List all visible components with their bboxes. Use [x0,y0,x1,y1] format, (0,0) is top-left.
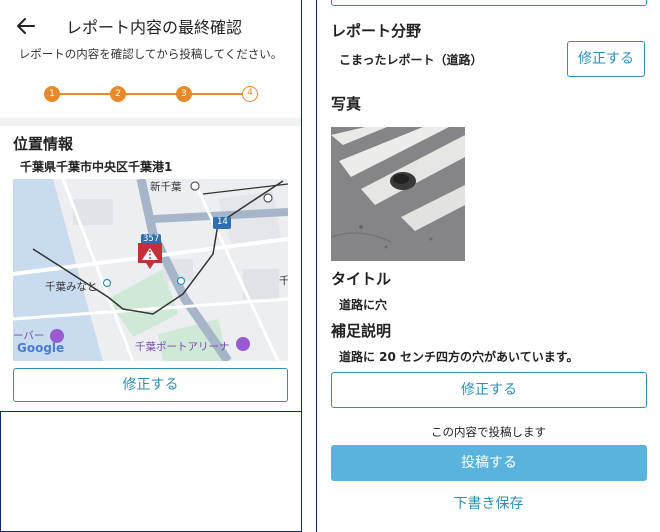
report-title-label: タイトル [331,270,392,288]
header: レポート内容の最終確認 [0,0,301,48]
section-divider [0,118,301,126]
map-canvas [13,179,288,361]
step-2: 2 [110,86,126,102]
page-subtitle: レポートの内容を確認してから投稿してください。 [18,47,283,61]
back-arrow-icon[interactable] [12,12,40,40]
left-screen: レポート内容の最終確認 レポートの内容を確認してから投稿してください。 1 2 … [0,0,302,412]
map-label-chibaminato: 千葉みなと [45,281,98,293]
map-road-14: 14 [217,217,228,227]
save-draft-button[interactable]: 下書き保存 [317,493,660,513]
submit-button[interactable]: 投稿する [331,445,647,481]
report-photo[interactable] [331,127,465,261]
right-screen: レポート分野 こまったレポート（道路） 修正する 写真 タイトル 道路に穴 補足… [316,0,660,532]
map-label-shinchiba: 新千葉 [150,181,182,193]
location-title: 位置情報 [13,135,74,153]
photo-road-image [331,127,465,261]
map-label-arena: 千葉ポートアリーナ [135,341,230,353]
page-title: レポート内容の最終確認 [66,18,243,37]
map-label-edge-right: 千 [279,273,288,288]
step-3: 3 [176,86,192,102]
report-title-value: 道路に穴 [339,298,388,312]
map-road-357: 357 [143,234,160,244]
confirm-message: この内容で投稿します [431,425,546,439]
step-1: 1 [44,86,60,102]
description-label: 補足説明 [331,322,392,340]
partial-button-top[interactable] [331,0,647,6]
location-edit-button[interactable]: 修正する [13,368,288,402]
google-logo: Google [17,341,65,355]
description-value: 道路に 20 センチ四方の穴があいています。 [339,350,579,364]
step-4-current: 4 [242,86,258,102]
stepper-line [52,93,250,95]
details-edit-button[interactable]: 修正する [331,372,647,408]
category-value: こまったレポート（道路） [339,53,483,67]
left-empty-area [0,412,302,532]
photo-title: 写真 [331,95,362,113]
location-address: 千葉県千葉市中央区千葉港1 [20,160,173,174]
category-edit-button[interactable]: 修正する [567,41,645,77]
category-title: レポート分野 [331,22,422,40]
location-map[interactable]: 新千葉 千葉みなと 千葉ポートアリーナ 357 14 ーバー 千 Google [13,179,288,361]
progress-stepper: 1 2 3 4 [44,86,258,102]
